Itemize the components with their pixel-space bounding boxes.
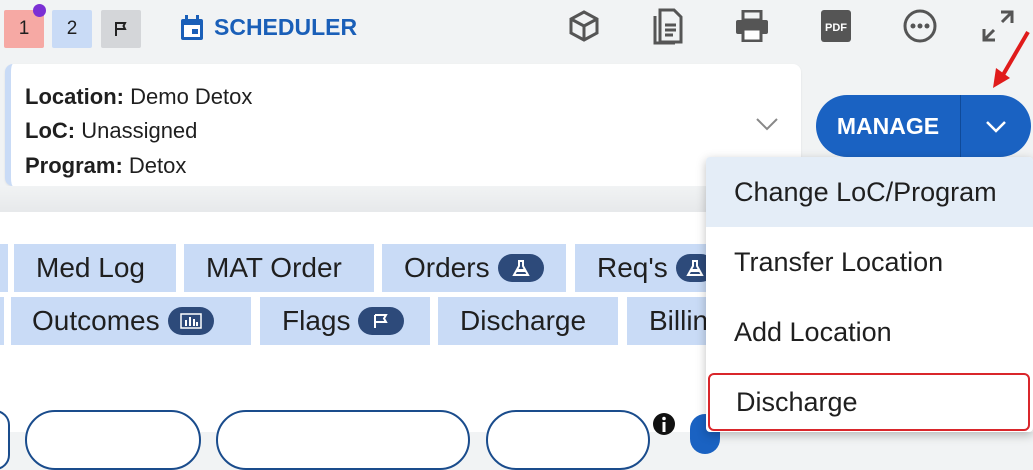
more-button[interactable]: [900, 6, 940, 46]
action-pill[interactable]: [216, 410, 470, 470]
flask-icon: [497, 254, 544, 282]
pdf-icon: PDF: [821, 10, 851, 42]
chevron-down-icon: [986, 121, 1006, 133]
bar-chart-icon: [167, 307, 214, 335]
scheduler-link[interactable]: SCHEDULER: [180, 14, 357, 41]
manage-label: MANAGE: [836, 112, 940, 139]
chevron-down-icon[interactable]: [755, 116, 779, 132]
menu-item-add-location[interactable]: Add Location: [706, 297, 1033, 367]
document-button[interactable]: [648, 6, 688, 46]
location-line: Location: Demo Detox: [25, 84, 253, 109]
tab-partial[interactable]: [0, 244, 8, 292]
pdf-button[interactable]: PDF: [816, 6, 856, 46]
tab-billing[interactable]: Billing: [627, 297, 715, 345]
notification-count-2[interactable]: 2: [52, 10, 92, 48]
manage-dropdown-toggle[interactable]: [961, 119, 1031, 133]
menu-item-change-loc-program[interactable]: Change LoC/Program: [706, 157, 1033, 227]
print-icon: [736, 10, 768, 42]
document-icon: [653, 8, 683, 45]
tab-orders[interactable]: Orders: [382, 244, 566, 292]
action-pill[interactable]: [0, 410, 10, 470]
tab-partial[interactable]: [0, 297, 4, 345]
manage-dropdown-menu: Change LoC/Program Transfer Location Add…: [706, 157, 1033, 432]
print-button[interactable]: [732, 6, 772, 46]
flag-button[interactable]: [101, 10, 141, 48]
tab-flags[interactable]: Flags: [260, 297, 430, 345]
tab-med-log[interactable]: Med Log: [14, 244, 176, 292]
unread-dot: [33, 4, 46, 17]
annotation-arrow-icon: [993, 30, 1030, 88]
menu-item-discharge[interactable]: Discharge: [708, 373, 1030, 431]
svg-text:PDF: PDF: [825, 22, 847, 34]
more-icon: [903, 9, 937, 43]
tab-discharge[interactable]: Discharge: [438, 297, 618, 345]
tab-outcomes[interactable]: Outcomes: [11, 297, 251, 345]
action-pill[interactable]: [486, 410, 650, 470]
scheduler-label: SCHEDULER: [214, 14, 358, 40]
program-line: Program: Detox: [25, 153, 187, 178]
flag-icon: [115, 22, 127, 36]
tab-mat-order[interactable]: MAT Order: [184, 244, 374, 292]
calendar-icon: [181, 14, 203, 40]
package-button[interactable]: [564, 6, 604, 46]
package-icon: [569, 10, 599, 42]
action-pill[interactable]: [25, 410, 201, 470]
loc-line: LoC: Unassigned: [25, 118, 198, 143]
tab-reqs[interactable]: Req's: [575, 244, 715, 292]
menu-item-transfer-location[interactable]: Transfer Location: [706, 227, 1033, 297]
flag-icon: [358, 307, 405, 335]
manage-button[interactable]: MANAGE: [816, 95, 1031, 157]
info-icon[interactable]: [652, 412, 676, 436]
